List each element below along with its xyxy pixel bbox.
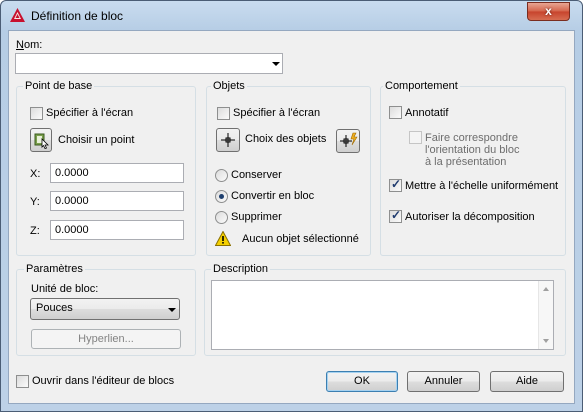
- convert-radio[interactable]: [215, 190, 228, 203]
- quick-select-icon: [340, 132, 358, 147]
- scroll-down-icon[interactable]: [543, 339, 549, 343]
- settings-title: Paramètres: [24, 263, 85, 275]
- behavior-title: Comportement: [383, 80, 460, 92]
- delete-radio[interactable]: [215, 211, 228, 224]
- z-input[interactable]: 0.0000: [50, 220, 184, 240]
- base-point-title: Point de base: [23, 80, 95, 92]
- y-input[interactable]: 0.0000: [50, 191, 184, 211]
- objects-specify-checkbox[interactable]: [217, 107, 230, 120]
- match-orientation-line-3: à la présentation: [425, 156, 507, 168]
- name-combobox[interactable]: [15, 53, 283, 74]
- select-objects-button[interactable]: [216, 128, 240, 152]
- quick-select-button[interactable]: [336, 129, 360, 153]
- ok-button[interactable]: OK: [326, 371, 398, 392]
- radio-selected-dot: [219, 194, 224, 199]
- select-objects-label: Choix des objets: [245, 133, 327, 145]
- description-scrollbar[interactable]: [538, 281, 553, 349]
- z-label: Z:: [30, 225, 40, 237]
- y-label: Y:: [30, 196, 40, 208]
- match-orientation-line-1: Faire correspondre: [425, 132, 518, 144]
- allow-exploding-checkbox[interactable]: ✓: [389, 208, 402, 223]
- description-title: Description: [211, 263, 271, 275]
- match-orientation-label: Faire correspondre l'orientation du bloc…: [425, 132, 519, 168]
- description-textarea[interactable]: [211, 280, 554, 350]
- help-button[interactable]: Aide: [490, 371, 564, 392]
- open-in-editor-checkbox[interactable]: [16, 375, 29, 388]
- objects-title: Objets: [211, 80, 247, 92]
- window-title: Définition de bloc: [31, 9, 124, 23]
- close-icon: x: [545, 4, 552, 18]
- x-label: X:: [30, 168, 41, 180]
- title-bar[interactable]: Définition de bloc: [1, 1, 582, 29]
- pick-point-icon: [34, 133, 49, 149]
- scroll-up-icon[interactable]: [543, 287, 549, 291]
- base-point-specify-checkbox[interactable]: [30, 107, 43, 120]
- scale-uniformly-label: Mettre à l'échelle uniformément: [405, 180, 559, 192]
- warning-icon: [215, 231, 231, 246]
- block-unit-value: Pouces: [36, 302, 73, 314]
- match-orientation-line-2: l'orientation du bloc: [425, 144, 520, 156]
- selection-status: Aucun objet sélectionné: [242, 233, 359, 245]
- chevron-down-icon[interactable]: [272, 62, 280, 66]
- pick-point-button[interactable]: [30, 128, 52, 152]
- close-button[interactable]: x: [527, 2, 570, 21]
- match-orientation-checkbox[interactable]: [409, 131, 422, 144]
- annotative-label: Annotatif: [405, 107, 449, 119]
- delete-label: Supprimer: [231, 211, 282, 223]
- hyperlink-button[interactable]: Hyperlien...: [31, 329, 181, 349]
- block-unit-label: Unité de bloc:: [31, 283, 99, 295]
- block-unit-dropdown[interactable]: Pouces: [30, 298, 180, 320]
- name-label: Nom:: [16, 39, 43, 51]
- open-in-editor-label: Ouvrir dans l'éditeur de blocs: [32, 375, 175, 387]
- chevron-down-icon: [168, 308, 176, 312]
- check-icon: ✓: [391, 208, 402, 222]
- crosshair-select-icon: [221, 133, 235, 147]
- convert-label: Convertir en bloc: [231, 190, 315, 202]
- annotative-checkbox[interactable]: [389, 106, 402, 119]
- autocad-logo-icon: [10, 8, 25, 22]
- scale-uniformly-checkbox[interactable]: ✓: [389, 177, 402, 192]
- check-icon: ✓: [391, 177, 402, 191]
- x-input[interactable]: 0.0000: [50, 163, 184, 183]
- objects-specify-label: Spécifier à l'écran: [233, 107, 321, 119]
- allow-exploding-label: Autoriser la décomposition: [405, 211, 535, 223]
- base-point-specify-label: Spécifier à l'écran: [46, 107, 134, 119]
- retain-label: Conserver: [231, 169, 282, 181]
- retain-radio[interactable]: [215, 169, 228, 182]
- pick-point-label: Choisir un point: [58, 134, 135, 146]
- cancel-button[interactable]: Annuler: [407, 371, 480, 392]
